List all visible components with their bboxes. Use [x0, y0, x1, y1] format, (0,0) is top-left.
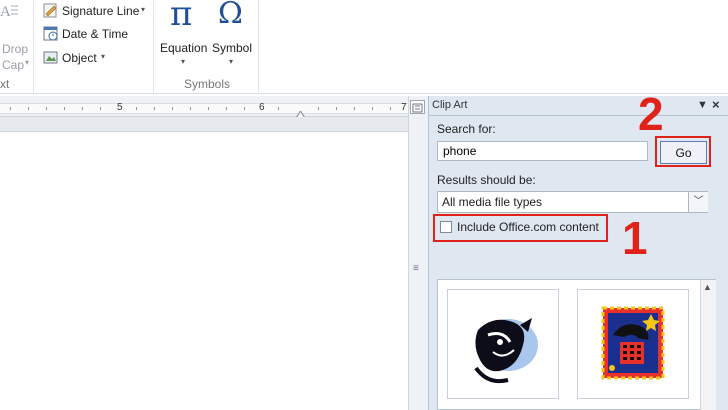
- results-scrollbar[interactable]: [700, 280, 716, 410]
- drop-cap-chevron-icon: ▾: [25, 58, 30, 67]
- date-time-button[interactable]: Date & Time: [62, 27, 128, 41]
- drop-cap-label-1[interactable]: Drop: [2, 42, 28, 56]
- drop-cap-icon[interactable]: A: [0, 2, 18, 20]
- annotation-step-1: 1: [622, 212, 648, 264]
- drop-cap-label-2[interactable]: Cap: [2, 58, 24, 72]
- scroll-up-icon[interactable]: ▲: [703, 282, 712, 292]
- group-separator: [153, 0, 154, 92]
- ruler-mark-6: 6: [259, 102, 265, 113]
- symbols-group-label: Symbols: [184, 77, 231, 91]
- object-button[interactable]: Object: [62, 51, 97, 65]
- pane-title: Clip Art: [432, 99, 468, 111]
- equation-pi-icon[interactable]: π: [170, 0, 192, 34]
- close-icon[interactable]: ×: [712, 97, 720, 112]
- object-icon: [43, 50, 59, 65]
- annotation-box-include: [433, 214, 608, 242]
- ruler-scale[interactable]: 5 6 7: [0, 102, 408, 119]
- annotation-box-go: [655, 136, 711, 167]
- symbol-chevron-icon[interactable]: ▾: [229, 57, 233, 66]
- document-page[interactable]: [0, 132, 408, 410]
- symbol-button[interactable]: Symbol: [212, 41, 252, 55]
- svg-text:A: A: [0, 4, 11, 18]
- ribbon-divider: [0, 93, 728, 94]
- media-type-select-value: All media file types: [442, 195, 543, 209]
- equation-chevron-icon[interactable]: ▾: [181, 57, 185, 66]
- view-ruler-icon[interactable]: [410, 100, 425, 114]
- signature-line-chevron-icon[interactable]: ▾: [141, 5, 145, 14]
- telephone-clipart-icon: [601, 306, 665, 380]
- scrollbar-grip-icon[interactable]: ≡: [413, 263, 419, 274]
- vertical-scrollbar[interactable]: [408, 96, 429, 410]
- signature-line-button[interactable]: Signature Line: [62, 4, 139, 18]
- clip-thumbnail[interactable]: [447, 289, 559, 399]
- text-group-label: xt: [0, 77, 10, 91]
- search-for-label: Search for:: [437, 122, 496, 136]
- phone-clipart-icon: [474, 318, 538, 384]
- annotation-step-2: 2: [638, 88, 664, 140]
- group-separator: [33, 0, 34, 92]
- ruler-mark-7: 7: [401, 102, 407, 113]
- equation-button[interactable]: Equation: [160, 41, 207, 55]
- group-separator: [258, 0, 259, 92]
- chevron-down-icon[interactable]: ﹀: [688, 192, 708, 212]
- object-chevron-icon[interactable]: ▾: [101, 52, 105, 61]
- ruler-underbar: [0, 117, 410, 132]
- pane-options-chevron-icon[interactable]: ▼: [697, 99, 708, 111]
- pane-title-divider: [428, 115, 728, 116]
- date-time-icon: [43, 26, 59, 41]
- signature-line-icon: [43, 3, 59, 18]
- symbol-omega-icon[interactable]: Ω: [218, 0, 243, 31]
- search-input[interactable]: [437, 141, 648, 161]
- clip-thumbnail[interactable]: [577, 289, 689, 399]
- ruler-mark-5: 5: [117, 102, 123, 113]
- results-should-be-label: Results should be:: [437, 173, 536, 187]
